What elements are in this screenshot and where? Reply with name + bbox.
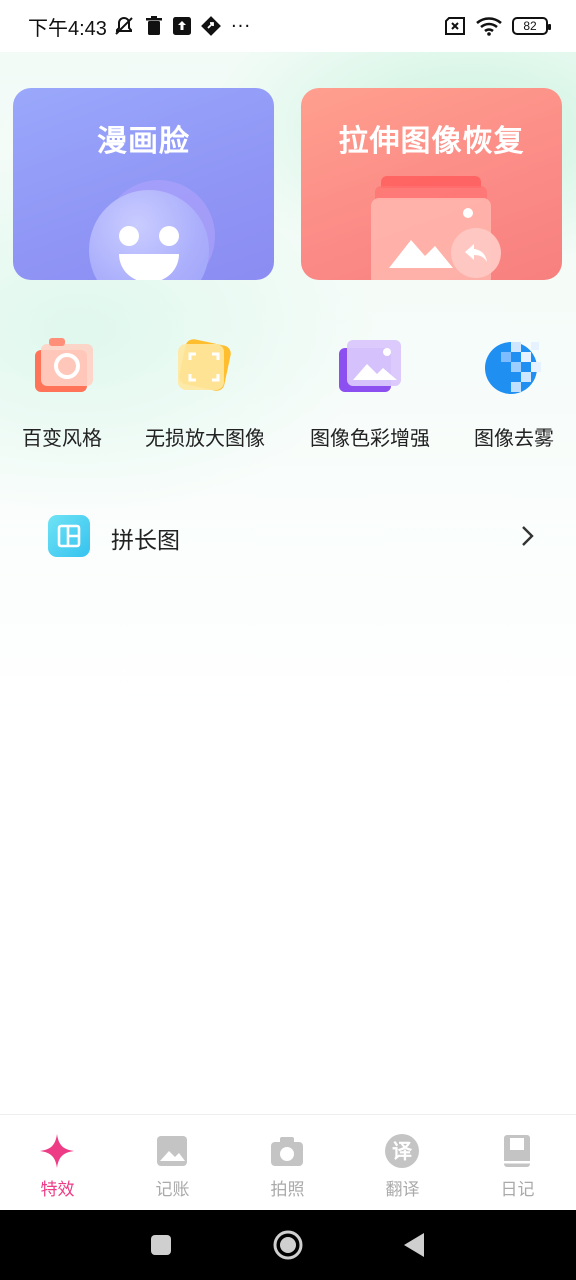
book-icon [504, 1135, 530, 1167]
pixel-dehaze-icon [479, 330, 549, 400]
bottom-nav: 特效 记账 拍照 译 翻译 日记 [0, 1114, 576, 1210]
navigation-app-icon [201, 16, 221, 36]
smiley-face-icon [77, 180, 227, 280]
tab-translate[interactable]: 译 翻译 [345, 1115, 460, 1211]
translate-icon: 译 [385, 1134, 419, 1168]
chevron-right-icon [522, 526, 534, 546]
tab-effects[interactable]: 特效 [0, 1115, 115, 1211]
card-title: 拉伸图像恢复 [338, 124, 525, 159]
picture-icon [157, 1136, 187, 1166]
status-time: 下午4:43 [28, 17, 107, 40]
status-icons-right: 82 [444, 16, 551, 36]
battery-indicator: 82 [512, 17, 551, 35]
home-button[interactable] [272, 1229, 304, 1261]
tool-color-enhance[interactable]: 图像色彩增强 [300, 330, 440, 451]
tab-label: 日记 [500, 1180, 535, 1200]
tab-accounting[interactable]: 记账 [115, 1115, 230, 1211]
list-item-label: 拼长图 [111, 528, 180, 554]
upscale-icon [170, 330, 240, 400]
no-sim-icon [445, 17, 465, 35]
trash-icon [145, 16, 162, 35]
image-gallery-icon [335, 330, 405, 400]
system-nav-bar [0, 1210, 576, 1280]
tool-style-transform[interactable]: 百变风格 [0, 330, 132, 451]
tab-camera[interactable]: 拍照 [230, 1115, 345, 1211]
card-stretch-restore[interactable]: 拉伸图像恢复 [301, 88, 562, 280]
back-button[interactable] [402, 1232, 426, 1258]
collage-icon [48, 515, 90, 557]
mute-bell-icon [115, 16, 133, 35]
status-icons-left: ··· [113, 15, 251, 37]
tab-label: 拍照 [270, 1180, 305, 1200]
tool-lossless-upscale[interactable]: 无损放大图像 [135, 330, 275, 451]
sparkle-icon [40, 1134, 74, 1168]
tool-label: 图像去雾 [474, 426, 554, 450]
svg-text:译: 译 [392, 1139, 413, 1163]
camera-icon [271, 1137, 303, 1166]
card-comic-face[interactable]: 漫画脸 [13, 88, 274, 280]
tab-label: 翻译 [385, 1180, 420, 1200]
photo-restore-icon [371, 176, 511, 280]
more-notifications: ··· [230, 15, 252, 37]
card-title: 漫画脸 [97, 124, 190, 159]
tool-label: 百变风格 [22, 426, 102, 450]
upload-icon [172, 17, 191, 35]
camera-icon [27, 330, 97, 400]
wifi-icon [476, 17, 502, 36]
list-item-long-image[interactable]: 拼长图 [0, 510, 576, 562]
tool-dehaze[interactable]: 图像去雾 [444, 330, 576, 451]
tab-label: 记账 [155, 1180, 190, 1200]
recents-button[interactable] [150, 1234, 172, 1256]
battery-level: 82 [523, 19, 537, 33]
tab-label: 特效 [40, 1180, 75, 1200]
tab-diary[interactable]: 日记 [460, 1115, 575, 1211]
tool-label: 无损放大图像 [145, 426, 265, 450]
status-bar: 下午4:43 ··· 82 [0, 0, 576, 52]
tool-label: 图像色彩增强 [310, 426, 430, 450]
